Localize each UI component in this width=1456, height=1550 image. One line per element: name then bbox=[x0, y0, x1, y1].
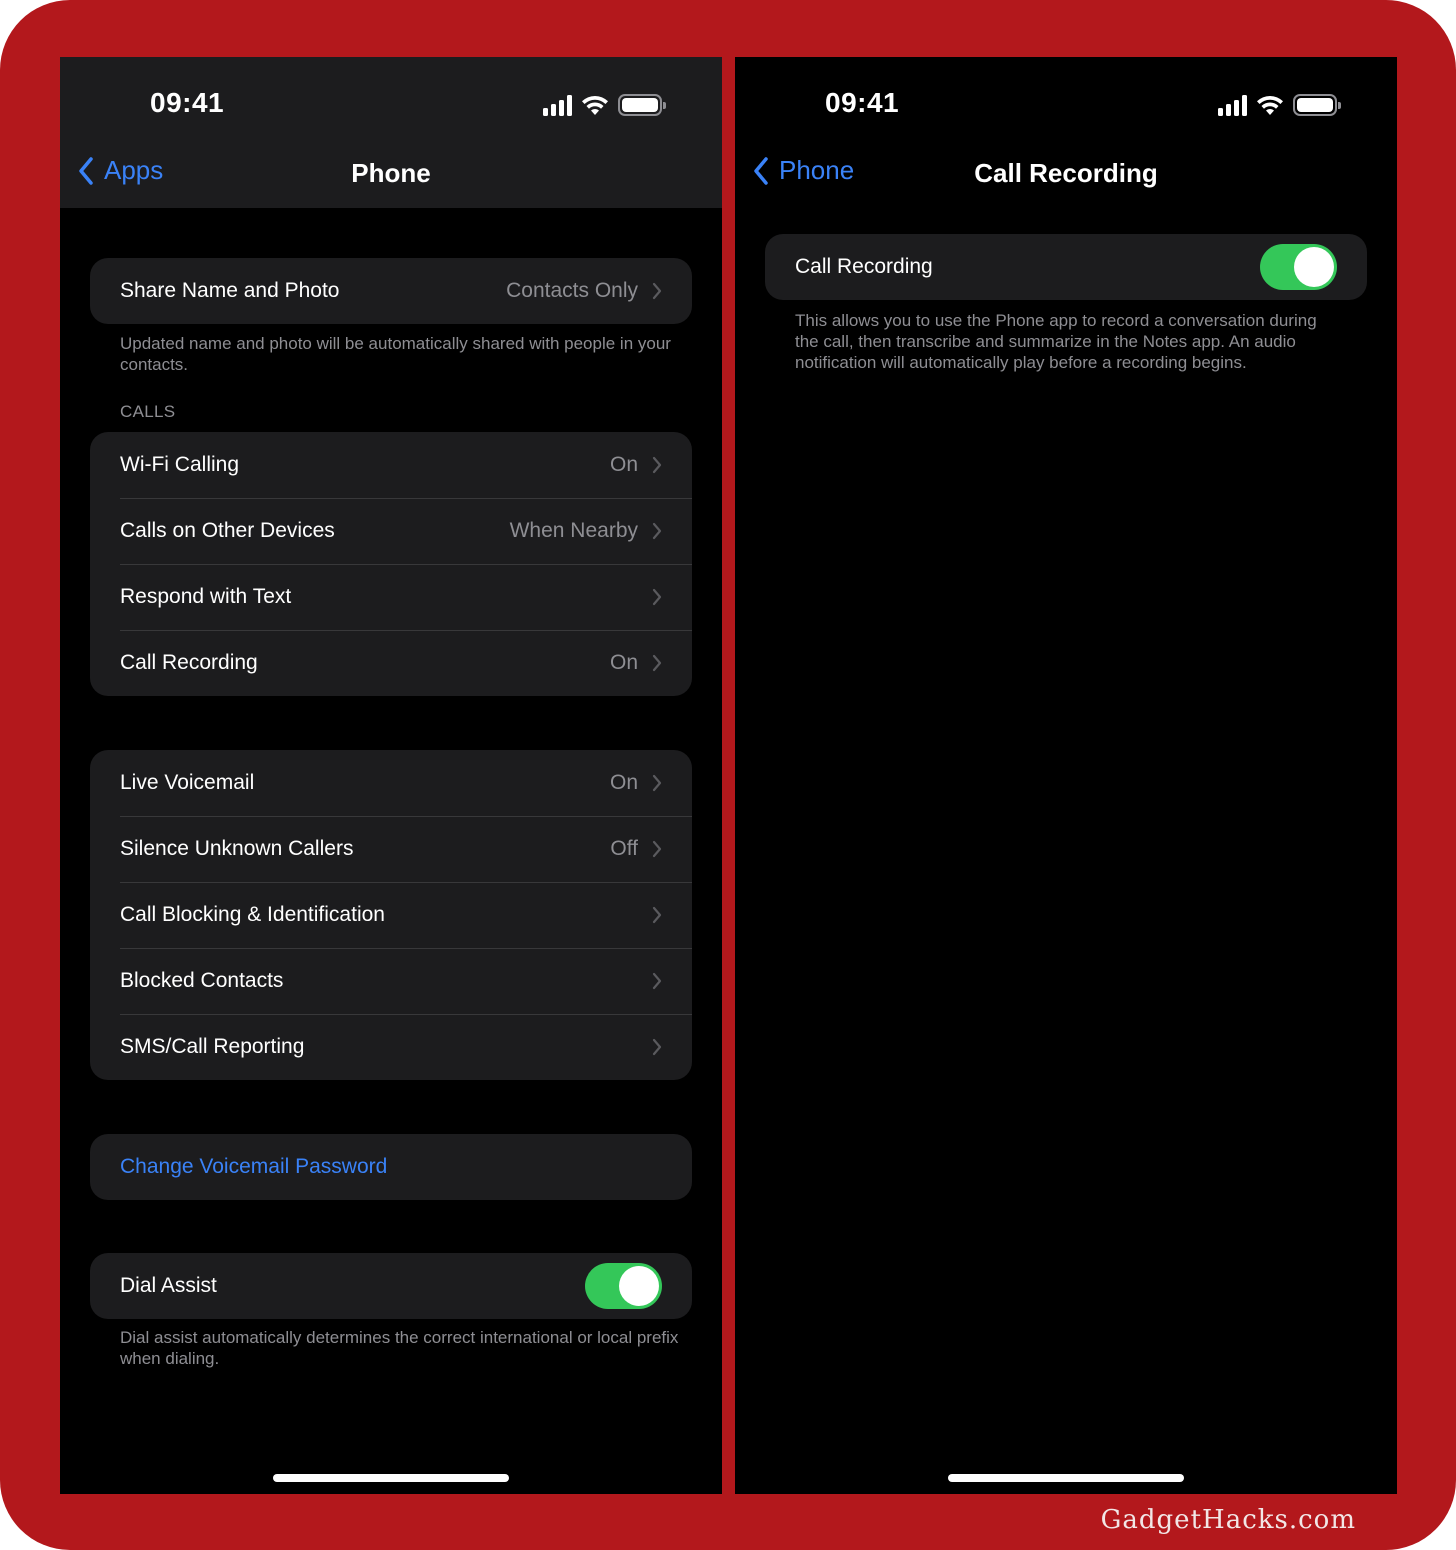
call-recording-group: Call Recording bbox=[765, 234, 1367, 300]
password-group: Change Voicemail Password bbox=[90, 1134, 692, 1200]
share-footnote: Updated name and photo will be automatic… bbox=[120, 334, 671, 374]
chevron-right-icon bbox=[652, 456, 662, 474]
row-call-recording-toggle: Call Recording bbox=[765, 234, 1367, 300]
home-indicator[interactable] bbox=[948, 1474, 1184, 1482]
calls-group: Wi-Fi Calling On Calls on Other Devices … bbox=[90, 432, 692, 696]
row-sms-call-reporting[interactable]: SMS/Call Reporting bbox=[90, 1014, 692, 1080]
row-label: Calls on Other Devices bbox=[120, 519, 335, 542]
cellular-signal-icon bbox=[543, 94, 572, 116]
row-label: Share Name and Photo bbox=[120, 279, 340, 302]
row-dial-assist: Dial Assist bbox=[90, 1253, 692, 1319]
row-value: Contacts Only bbox=[506, 279, 638, 302]
page-title: Phone bbox=[351, 158, 431, 188]
chevron-right-icon bbox=[652, 774, 662, 792]
share-group: Share Name and Photo Contacts Only bbox=[90, 258, 692, 324]
voicemail-group: Live Voicemail On Silence Unknown Caller… bbox=[90, 750, 692, 1080]
row-label: Call Recording bbox=[795, 255, 933, 278]
status-time: 09:41 bbox=[825, 87, 900, 118]
row-wifi-calling[interactable]: Wi-Fi Calling On bbox=[90, 432, 692, 498]
row-label: Wi-Fi Calling bbox=[120, 453, 240, 476]
row-label: Call Blocking & Identification bbox=[120, 903, 385, 926]
watermark: GadgetHacks.com bbox=[1100, 1505, 1356, 1535]
status-icons bbox=[543, 93, 666, 117]
row-silence-unknown-callers[interactable]: Silence Unknown Callers Off bbox=[90, 816, 692, 882]
row-blocked-contacts[interactable]: Blocked Contacts bbox=[90, 948, 692, 1014]
calls-section-header: CALLS bbox=[120, 402, 176, 421]
home-indicator[interactable] bbox=[273, 1474, 509, 1482]
link-label: Change Voicemail Password bbox=[120, 1155, 388, 1178]
row-call-blocking-identification[interactable]: Call Blocking & Identification bbox=[90, 882, 692, 948]
chevron-right-icon bbox=[652, 906, 662, 924]
row-live-voicemail[interactable]: Live Voicemail On bbox=[90, 750, 692, 816]
call-recording-footnote: This allows you to use the Phone app to … bbox=[795, 311, 1317, 372]
row-label: SMS/Call Reporting bbox=[120, 1035, 305, 1058]
chevron-right-icon bbox=[652, 654, 662, 672]
top-bar: 09:41 Phone Call Recording bbox=[735, 57, 1397, 208]
dial-assist-footnote: Dial assist automatically determines the… bbox=[120, 1328, 679, 1368]
row-label: Silence Unknown Callers bbox=[120, 837, 354, 860]
row-value: On bbox=[609, 453, 638, 476]
row-respond-with-text[interactable]: Respond with Text bbox=[90, 564, 692, 630]
toggle-knob bbox=[1294, 247, 1334, 287]
chevron-right-icon bbox=[652, 972, 662, 990]
row-value: When Nearby bbox=[509, 519, 638, 542]
chevron-right-icon bbox=[652, 282, 662, 300]
cellular-signal-icon bbox=[1218, 94, 1247, 116]
row-value: On bbox=[609, 651, 638, 674]
row-value: Off bbox=[610, 837, 638, 860]
chevron-right-icon bbox=[652, 588, 662, 606]
top-bar: 09:41 Apps Phone bbox=[60, 57, 722, 208]
row-label: Blocked Contacts bbox=[120, 969, 284, 992]
row-call-recording[interactable]: Call Recording On bbox=[90, 630, 692, 696]
chevron-right-icon bbox=[652, 840, 662, 858]
wifi-icon bbox=[582, 95, 608, 115]
chevron-right-icon bbox=[652, 1038, 662, 1056]
status-time: 09:41 bbox=[150, 87, 225, 118]
wifi-icon bbox=[1257, 95, 1283, 115]
dial-assist-group: Dial Assist bbox=[90, 1253, 692, 1319]
dial-assist-toggle[interactable] bbox=[585, 1263, 662, 1309]
phone-settings-screen: 09:41 Apps Phone Share Name and Photo Co… bbox=[60, 57, 722, 1494]
page-title: Call Recording bbox=[974, 158, 1158, 188]
row-label: Respond with Text bbox=[120, 585, 292, 608]
call-recording-toggle[interactable] bbox=[1260, 244, 1337, 290]
row-label: Dial Assist bbox=[120, 1274, 217, 1297]
battery-icon bbox=[1293, 94, 1341, 116]
battery-icon bbox=[618, 94, 666, 116]
change-voicemail-password-link[interactable]: Change Voicemail Password bbox=[90, 1134, 692, 1200]
row-calls-other-devices[interactable]: Calls on Other Devices When Nearby bbox=[90, 498, 692, 564]
status-icons bbox=[1218, 93, 1341, 117]
chevron-right-icon bbox=[652, 522, 662, 540]
toggle-knob bbox=[619, 1266, 659, 1306]
row-label: Call Recording bbox=[120, 651, 258, 674]
row-share-name-photo[interactable]: Share Name and Photo Contacts Only bbox=[90, 258, 692, 324]
row-value: On bbox=[609, 771, 638, 794]
row-label: Live Voicemail bbox=[120, 771, 255, 794]
call-recording-screen: 09:41 Phone Call Recording Call Recordin… bbox=[735, 57, 1397, 1494]
